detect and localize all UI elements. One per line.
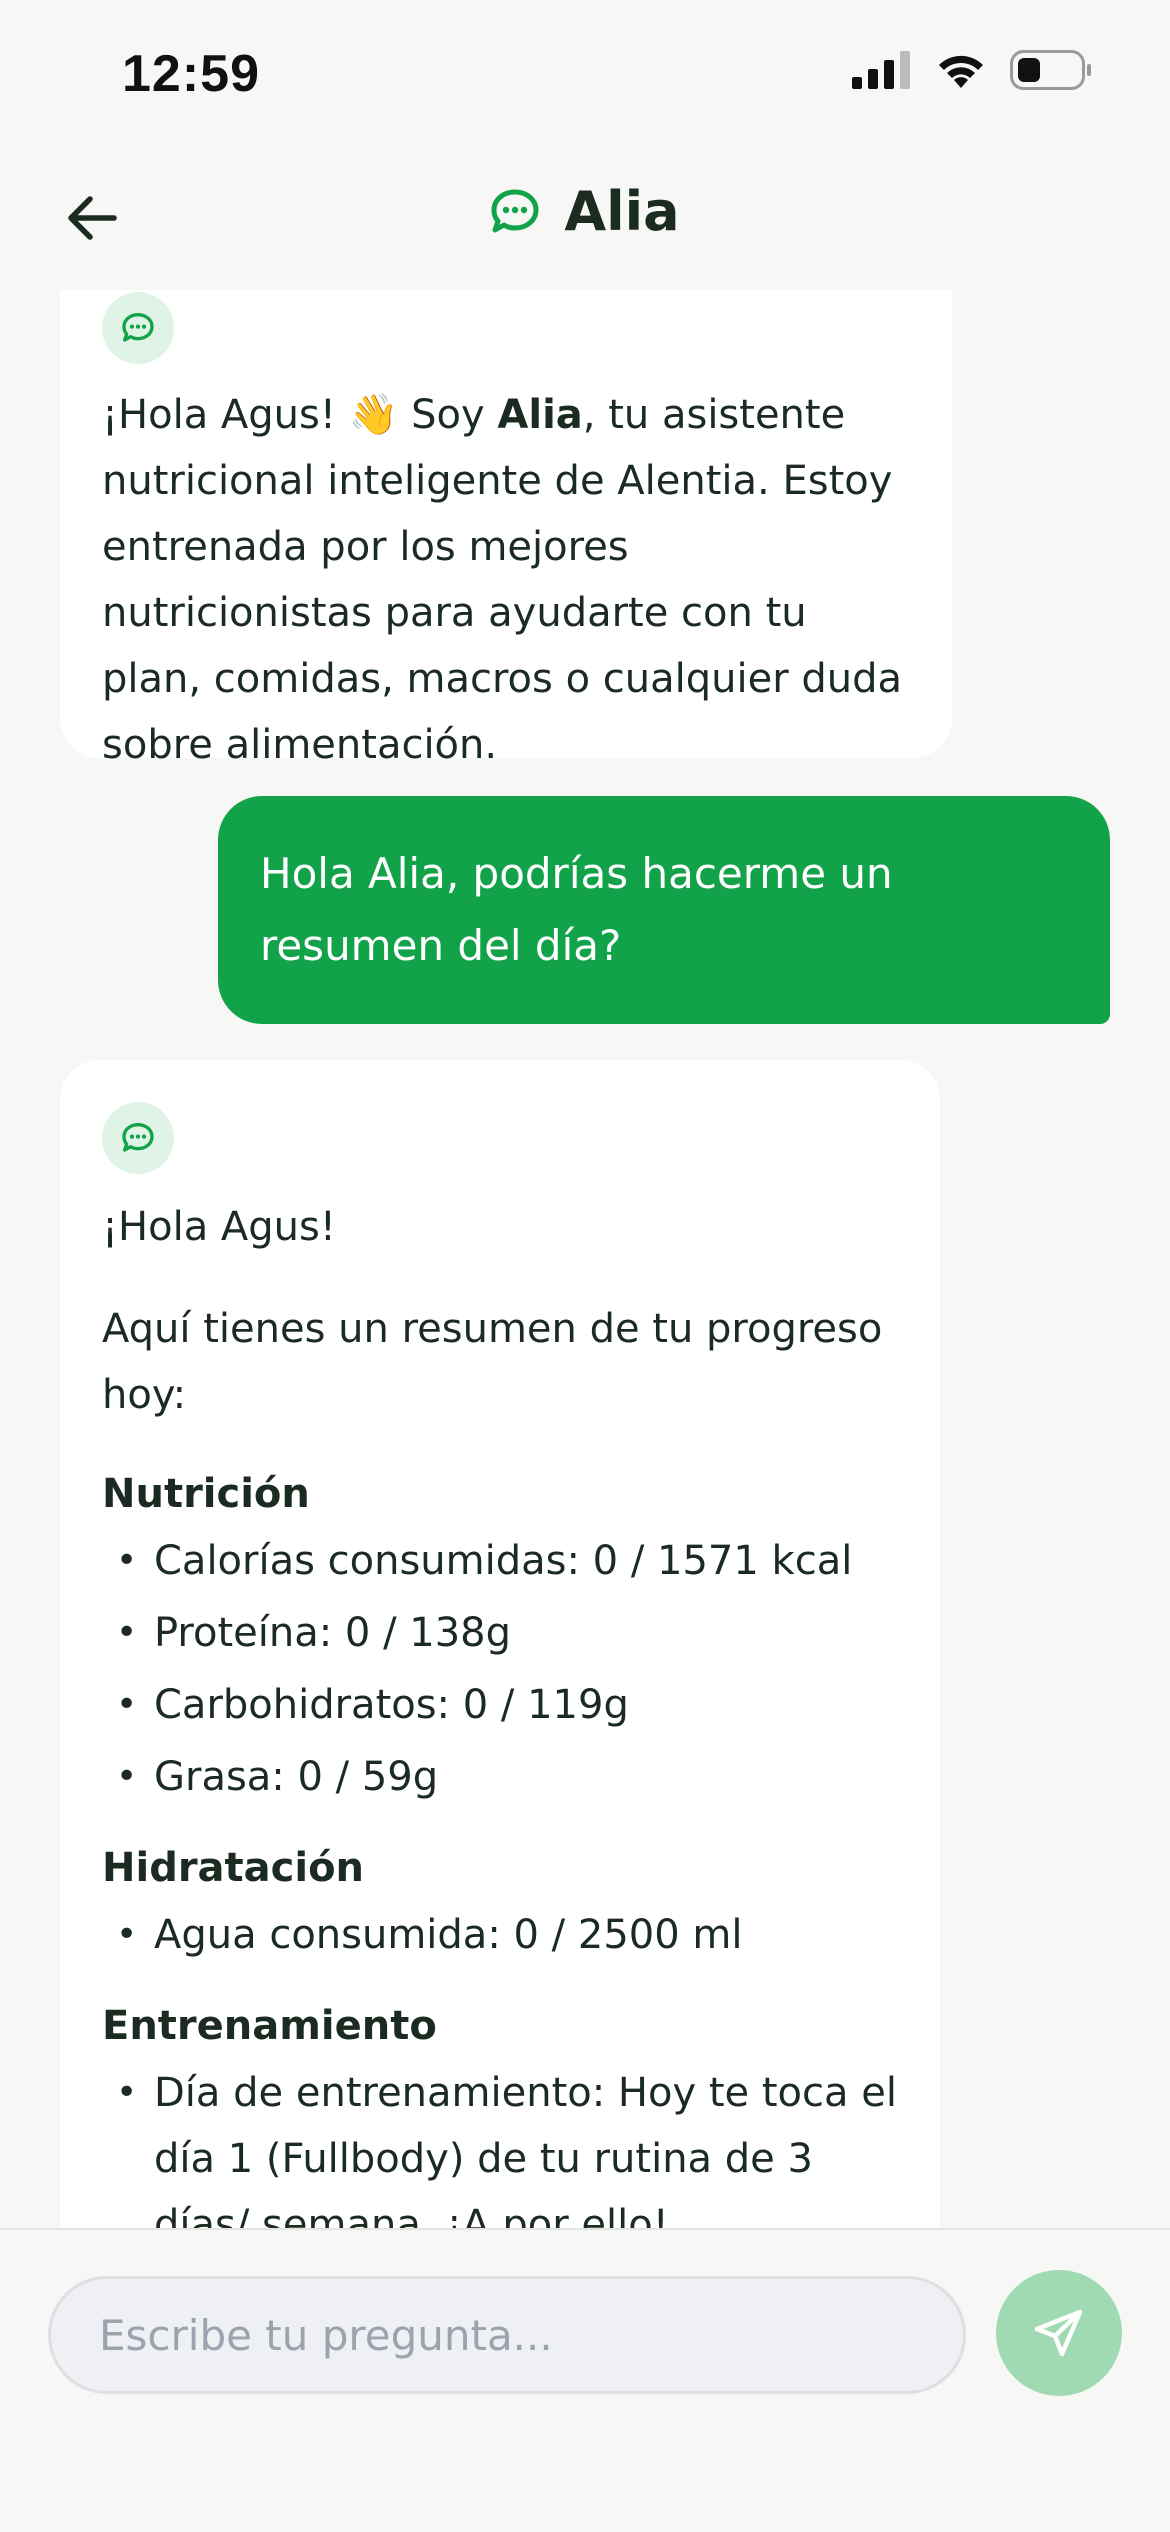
cellular-signal-icon xyxy=(852,51,910,89)
battery-icon xyxy=(1010,50,1091,90)
message-composer xyxy=(0,2228,1170,2532)
bot-message-intro: ¡Hola Agus! 👋 Soy Alia, tu asistente nut… xyxy=(60,290,952,768)
chat-screen: 12:59 Alia ¡Hola Agus! 👋 Soy Alia, tu as… xyxy=(0,0,1170,2532)
list-item: Grasa: 0 / 59g xyxy=(102,1744,898,1810)
list-item: Agua consumida: 0 / 2500 ml xyxy=(102,1902,898,1968)
list-item: Calorías consumidas: 0 / 1571 kcal xyxy=(102,1528,898,1594)
summary-greeting: ¡Hola Agus! xyxy=(102,1204,336,1250)
send-button[interactable] xyxy=(996,2270,1122,2396)
chat-header: Alia xyxy=(0,150,1170,290)
question-input[interactable] xyxy=(99,2310,915,2360)
user-message: Hola Alia, podrías hacerme un resumen de… xyxy=(218,796,1110,1024)
bot-avatar xyxy=(102,1102,174,1174)
header-title-group: Alia xyxy=(0,180,1170,243)
waving-hand-emoji: 👋 xyxy=(348,392,399,438)
status-bar: 12:59 xyxy=(0,0,1170,150)
bot-message-summary: ¡Hola Agus! Aquí tienes un resumen de tu… xyxy=(60,1060,940,2230)
chat-bubble-icon xyxy=(122,313,154,342)
section-title-training: Entrenamiento xyxy=(102,2003,437,2049)
greeting-text: ¡Hola Agus! xyxy=(102,392,336,438)
training-list: Día de entrenamiento: Hoy te toca el día… xyxy=(102,2060,898,2230)
list-item: Carbohidratos: 0 / 119g xyxy=(102,1672,898,1738)
page-title: Alia xyxy=(564,180,680,243)
summary-intro: Aquí tienes un resumen de tu progreso ho… xyxy=(102,1306,883,1418)
chat-messages[interactable]: ¡Hola Agus! 👋 Soy Alia, tu asistente nut… xyxy=(0,290,1170,2230)
list-item: Proteína: 0 / 138g xyxy=(102,1600,898,1666)
chat-bubble-icon xyxy=(491,189,539,232)
chat-bubble-icon xyxy=(122,1123,154,1152)
section-title-nutrition: Nutrición xyxy=(102,1471,310,1517)
user-message-text: Hola Alia, podrías hacerme un resumen de… xyxy=(260,849,893,970)
status-icons xyxy=(852,50,1092,90)
wifi-icon xyxy=(939,55,983,88)
section-title-hydration: Hidratación xyxy=(102,1845,365,1891)
assistant-name: Alia xyxy=(497,392,583,438)
nutrition-list: Calorías consumidas: 0 / 1571 kcal Prote… xyxy=(102,1528,898,1810)
intro-prefix: Soy xyxy=(398,392,498,438)
bot-intro-text: ¡Hola Agus! 👋 Soy Alia, tu asistente nut… xyxy=(102,382,910,778)
status-time: 12:59 xyxy=(122,45,260,103)
hydration-list: Agua consumida: 0 / 2500 ml xyxy=(102,1902,898,1968)
intro-suffix: , tu asistente nutricional inteligente d… xyxy=(102,392,902,768)
send-icon xyxy=(1034,2309,1083,2357)
list-item: Día de entrenamiento: Hoy te toca el día… xyxy=(102,2060,898,2230)
question-input-wrapper[interactable] xyxy=(48,2276,966,2394)
bot-avatar xyxy=(102,292,174,364)
